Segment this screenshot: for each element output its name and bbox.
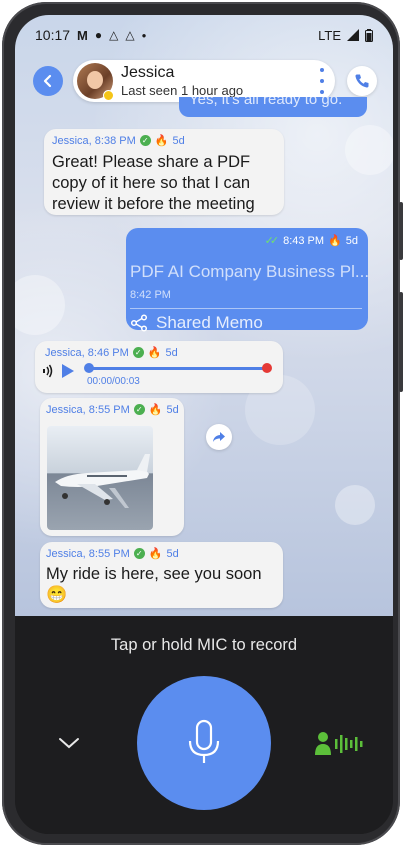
image-message-bubble[interactable]: Jessica, 8:55 PM ✓ 🔥 5d [40,398,184,536]
expiry-label: 5d [166,547,179,560]
check-icon: ✓ [133,548,145,559]
message-text-line: Great! Please share a PDF [52,153,251,171]
sender-time: Jessica, 8:38 PM [52,134,136,147]
expiry-label: 5d [166,403,179,416]
microphone-icon [188,719,220,763]
chevron-down-icon [59,738,79,749]
power-button [399,202,403,260]
voice-progress-handle[interactable] [84,363,94,373]
collapse-button[interactable] [55,729,83,757]
sender-time: Jessica, 8:55 PM [46,547,130,560]
expiry-label: 5d [345,234,358,247]
message-time: 8:43 PM [283,234,325,247]
document-bubble-out[interactable]: ✓✓ 8:43 PM 🔥 5d PDF AI Company Business … [126,228,370,333]
play-icon[interactable] [61,363,75,379]
last-seen: Last seen 1 hour ago [121,83,244,98]
fire-icon: 🔥 [148,404,163,416]
expiry-label: 5d [172,134,185,147]
notification-icon: ● [94,28,103,42]
battery-icon [365,28,373,42]
record-panel: Tap or hold MIC to record [15,616,393,834]
jet-photo[interactable] [47,426,153,530]
double-check-icon: ✓✓ [264,235,280,247]
expiry-label: 5d [165,346,178,359]
document-title: PDF AI Company Business Pl... [130,262,370,281]
call-button[interactable] [347,66,377,96]
phone-frame: 10:17 M ● △ △ ● LTE Jessica Last seen 1 … [2,2,403,845]
document-time: 8:42 PM [130,289,171,301]
voice-progress-track[interactable] [87,367,267,370]
voice-contact-button[interactable] [313,726,365,760]
message-bubble-in[interactable]: Jessica, 8:38 PM ✓ 🔥 5d Great! Please sh… [44,129,284,215]
voice-duration: 00:00/00:03 [87,376,140,387]
shared-memo-button[interactable]: Shared Memo [130,313,263,333]
status-time: 10:17 [35,27,71,43]
speaker-icon[interactable] [41,364,53,378]
sender-time: Jessica, 8:55 PM [46,403,130,416]
message-text: My ride is here, see you soon [46,565,262,583]
message-text-line: review it before the meeting [52,195,255,213]
sender-time: Jessica, 8:46 PM [45,346,129,359]
message-meta: Jessica, 8:46 PM ✓ 🔥 5d [45,346,178,360]
contact-name: Jessica [121,64,175,81]
signal-icon [347,29,359,41]
message-meta: Jessica, 8:55 PM ✓ 🔥 5d [46,547,179,561]
mic-button[interactable] [137,676,271,810]
message-text-line: copy of it here so that I can [52,174,251,192]
check-icon: ✓ [132,347,144,358]
message-bubble-out-partial[interactable]: Yes, it's all ready to go. [179,97,367,117]
network-label: LTE [318,27,341,43]
volume-button [399,292,403,392]
screen: 10:17 M ● △ △ ● LTE Jessica Last seen 1 … [15,15,393,834]
voice-message-bubble[interactable]: Jessica, 8:46 PM ✓ 🔥 5d 00:00/00:03 [35,341,283,393]
gmail-icon: M [77,27,88,43]
forward-button[interactable] [206,424,232,450]
divider [130,308,362,309]
check-icon: ✓ [139,135,151,146]
fire-icon: 🔥 [154,135,169,147]
drive-icon-2: △ [125,28,135,42]
chevron-left-icon [43,74,52,88]
shared-memo-label: Shared Memo [156,313,263,332]
status-bar: 10:17 M ● △ △ ● LTE [15,15,393,55]
message-meta: Jessica, 8:55 PM ✓ 🔥 5d [46,403,179,417]
more-options-button[interactable] [315,66,329,96]
message-meta: ✓✓ 8:43 PM 🔥 5d [264,234,358,248]
message-bubble-in[interactable]: Jessica, 8:55 PM ✓ 🔥 5d My ride is here,… [40,542,283,608]
record-hint: Tap or hold MIC to record [110,636,298,654]
share-icon [130,314,148,332]
fire-icon: 🔥 [147,347,162,359]
fire-icon: 🔥 [328,235,342,247]
contact-info[interactable]: Jessica Last seen 1 hour ago [73,60,335,102]
fire-icon: 🔥 [148,548,163,560]
voice-end-marker [262,363,272,373]
status-dot [103,90,114,101]
person-voice-icon [315,732,363,755]
check-icon: ✓ [133,404,145,415]
back-button[interactable] [33,66,63,96]
emoji: 😁 [46,585,68,604]
phone-icon [355,74,369,88]
drive-icon: △ [109,28,119,42]
message-meta: Jessica, 8:38 PM ✓ 🔥 5d [52,134,185,148]
forward-icon [213,432,225,442]
dot-icon: ● [141,30,147,40]
message-text: Yes, it's all ready to go. [189,97,343,108]
